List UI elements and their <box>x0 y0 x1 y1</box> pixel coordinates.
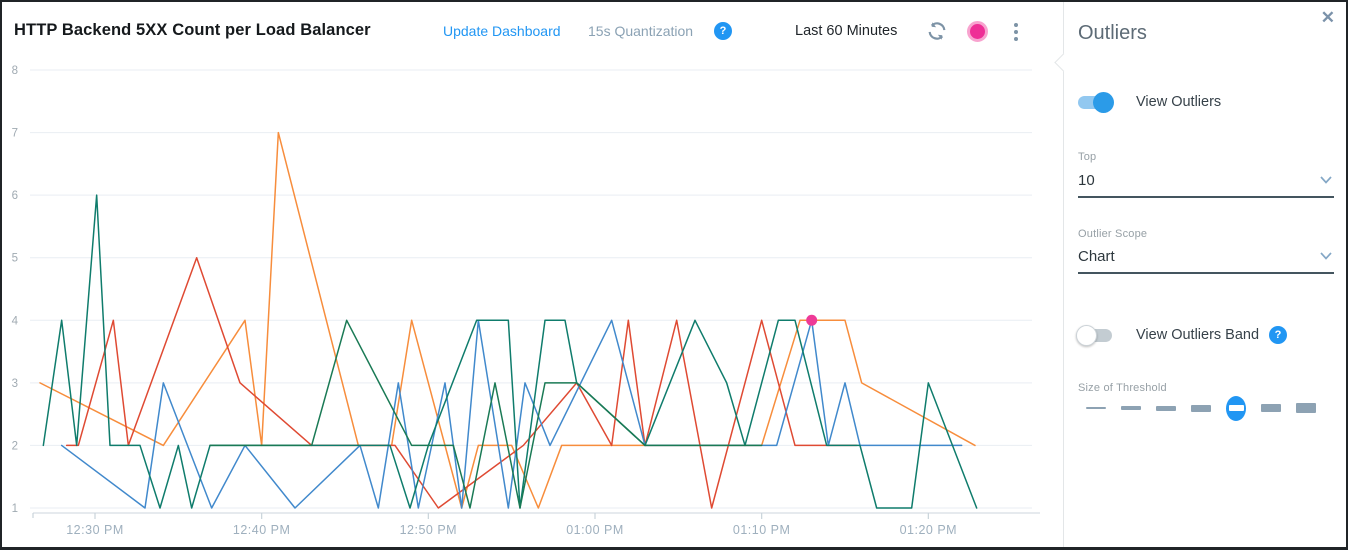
svg-text:7: 7 <box>12 128 18 140</box>
dashboard-window: 1 2 3 4 5 6 7 8 12:30 PM 12:40 PM 12:50 PM 01:00 PM… <box>0 0 1348 550</box>
view-outliers-row: View Outliers <box>1078 94 1221 110</box>
kebab-menu-icon[interactable] <box>1011 21 1021 43</box>
quantization-label[interactable]: 15s Quantization <box>588 23 693 39</box>
svg-text:5: 5 <box>12 253 18 265</box>
outliers-panel: Outliers ✕ View Outliers Top 10 Outlier … <box>1063 0 1348 550</box>
top-select-value: 10 <box>1078 172 1334 196</box>
outlier-scope-label: Outlier Scope <box>1078 228 1147 240</box>
size-of-threshold-label: Size of Threshold <box>1078 382 1167 394</box>
svg-text:12:40 PM: 12:40 PM <box>233 523 291 537</box>
svg-text:12:50 PM: 12:50 PM <box>400 523 458 537</box>
threshold-selected-circle <box>1226 396 1246 421</box>
outliers-band-help-icon[interactable]: ? <box>1269 326 1287 344</box>
outlier-scope-select[interactable]: Chart <box>1078 248 1334 274</box>
view-outliers-band-row: View Outliers Band ? <box>1078 326 1287 344</box>
threshold-size-option-4[interactable] <box>1191 394 1211 422</box>
svg-text:6: 6 <box>12 190 18 202</box>
svg-text:01:10 PM: 01:10 PM <box>733 523 791 537</box>
threshold-size-picker <box>1086 394 1331 422</box>
chart-title: HTTP Backend 5XX Count per Load Balancer <box>14 21 371 40</box>
top-select[interactable]: 10 <box>1078 172 1334 198</box>
threshold-size-option-2[interactable] <box>1121 394 1141 422</box>
view-outliers-label: View Outliers <box>1136 94 1221 110</box>
quantization-help-icon[interactable]: ? <box>714 22 732 40</box>
svg-text:2: 2 <box>12 440 18 452</box>
chart-header: HTTP Backend 5XX Count per Load Balancer… <box>0 0 1050 56</box>
refresh-icon[interactable] <box>926 20 948 42</box>
svg-text:3: 3 <box>12 378 18 390</box>
time-range-label[interactable]: Last 60 Minutes <box>795 23 897 39</box>
threshold-size-option-1[interactable] <box>1086 394 1106 422</box>
svg-text:01:20 PM: 01:20 PM <box>900 523 958 537</box>
panel-title: Outliers <box>1078 22 1147 45</box>
timeseries-chart[interactable]: 1 2 3 4 5 6 7 8 12:30 PM 12:40 PM 12:50 PM 01:00 PM… <box>0 0 1063 550</box>
threshold-size-option-6[interactable] <box>1261 394 1281 422</box>
svg-text:12:30 PM: 12:30 PM <box>66 523 124 537</box>
chart-card: 1 2 3 4 5 6 7 8 12:30 PM 12:40 PM 12:50 PM 01:00 PM… <box>0 0 1063 550</box>
view-outliers-band-toggle[interactable] <box>1078 329 1112 342</box>
threshold-size-option-7[interactable] <box>1296 394 1316 422</box>
outlier-scope-select-value: Chart <box>1078 248 1334 272</box>
svg-text:1: 1 <box>12 503 18 515</box>
threshold-size-option-3[interactable] <box>1156 394 1176 422</box>
update-dashboard-link[interactable]: Update Dashboard <box>443 23 561 39</box>
chevron-down-icon <box>1320 252 1332 260</box>
svg-text:01:00 PM: 01:00 PM <box>566 523 624 537</box>
close-icon[interactable]: ✕ <box>1321 8 1335 28</box>
top-label: Top <box>1078 151 1096 163</box>
threshold-size-option-5-selected[interactable] <box>1226 394 1246 422</box>
svg-text:4: 4 <box>12 315 19 327</box>
chevron-down-icon <box>1320 176 1332 184</box>
view-outliers-band-label: View Outliers Band <box>1136 327 1259 343</box>
live-indicator-dot[interactable] <box>967 21 988 42</box>
svg-text:8: 8 <box>12 65 18 77</box>
view-outliers-toggle[interactable] <box>1078 96 1112 109</box>
